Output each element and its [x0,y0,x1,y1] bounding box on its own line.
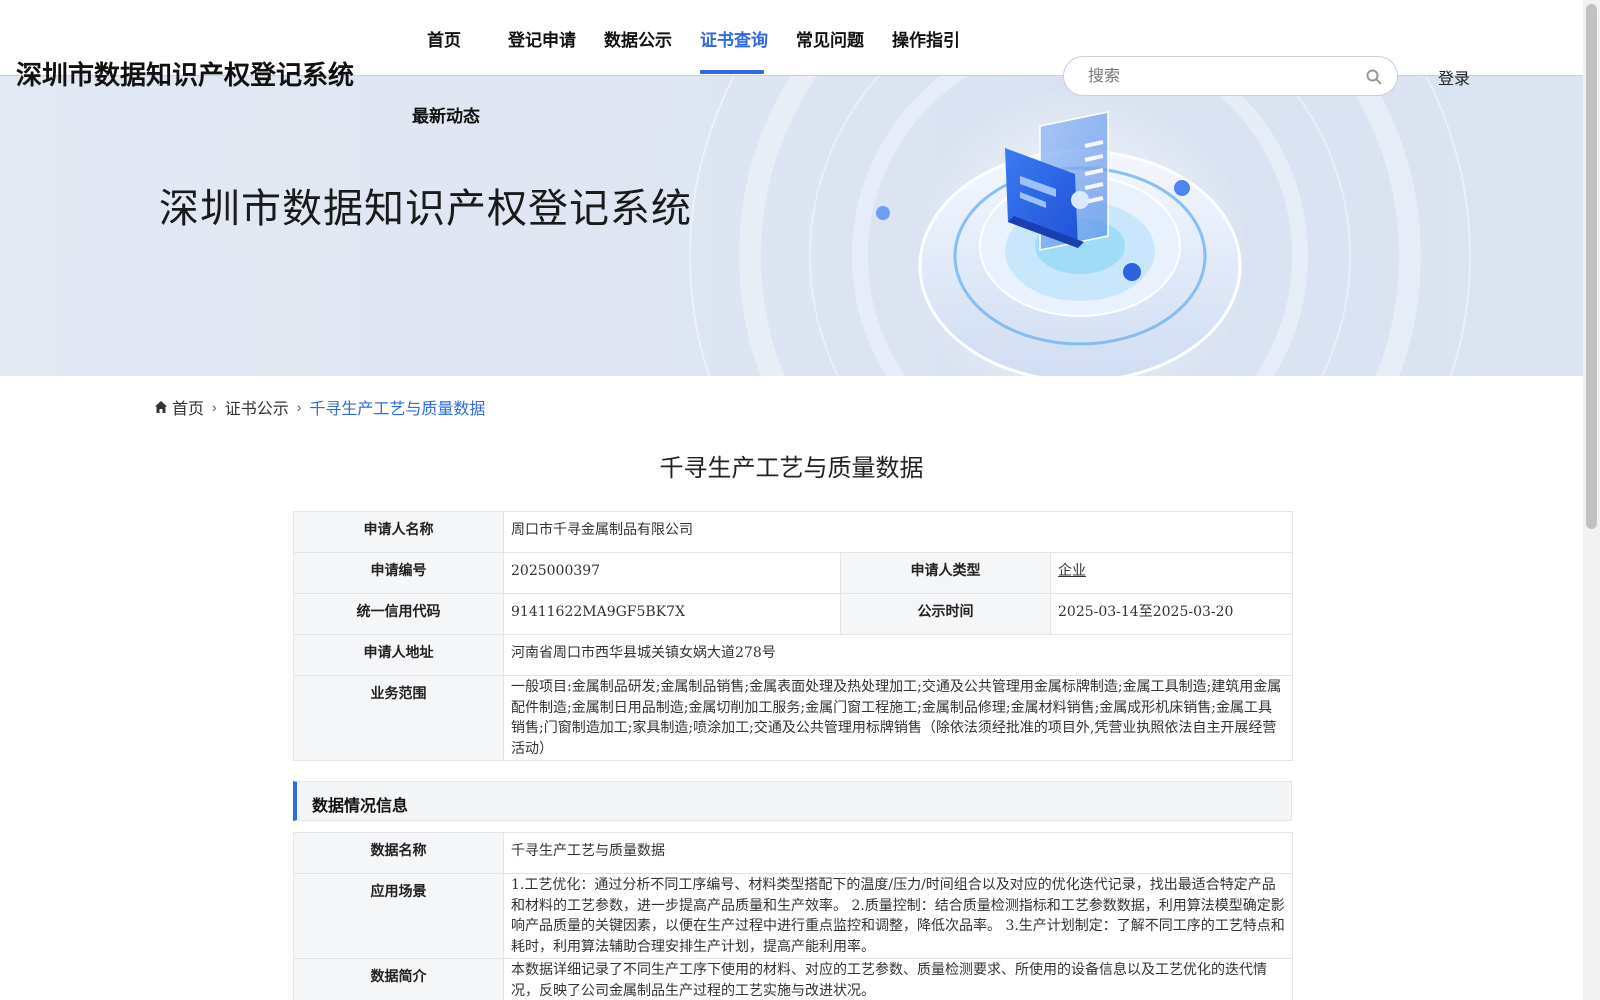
scrollbar-thumb[interactable] [1586,4,1597,529]
nav-faq[interactable]: 常见问题 [796,26,864,51]
data-info-table: 数据名称 千寻生产工艺与质量数据 应用场景 1.工艺优化：通过分析不同工序编号、… [293,832,1293,1000]
business-scope-label: 业务范围 [293,675,504,761]
login-link[interactable]: 登录 [1438,65,1470,89]
credit-code-value: 91411622MA9GF5BK7X [503,593,841,635]
table-row: 数据简介 本数据详细记录了不同生产工序下使用的材料、对应的工艺参数、质量检测要求… [293,958,1293,1000]
application-number-label: 申请编号 [293,552,504,594]
business-scope-value: 一般项目:金属制品研发;金属制品销售;金属表面处理及热处理加工;交通及公共管理用… [502,675,1294,761]
applicant-info-table: 申请人名称 周口市千寻金属制品有限公司 申请编号 2025000397 申请人类… [293,511,1294,761]
page-title: 千寻生产工艺与质量数据 [659,454,924,482]
publicity-period-value: 2025-03-14至2025-03-20 [1049,593,1294,635]
nav-data-publicity[interactable]: 数据公示 [604,26,672,51]
chevron-right-icon: › [296,399,302,415]
search-box [1063,56,1398,96]
credit-code-label: 统一信用代码 [293,593,504,635]
application-scenario-label: 应用场景 [293,873,504,959]
applicant-type-cell: 企业 [1049,552,1294,594]
applicant-type-value: 企业 [1058,563,1086,579]
data-intro-label: 数据简介 [293,958,504,1000]
home-icon [155,401,167,413]
top-header: 深圳市数据知识产权登记系统 首页 登记申请 数据公示 证书查询 常见问题 操作指… [0,0,1583,132]
table-row: 统一信用代码 91411622MA9GF5BK7X 公示时间 2025-03-1… [293,593,1294,635]
data-section-heading: 数据情况信息 [293,781,1292,821]
nav-home[interactable]: 首页 [427,26,461,51]
application-number-value: 2025000397 [503,552,841,594]
active-nav-indicator [700,70,764,74]
table-row: 申请人名称 周口市千寻金属制品有限公司 [293,511,1294,553]
data-name-value: 千寻生产工艺与质量数据 [503,832,1293,874]
table-row: 业务范围 一般项目:金属制品研发;金属制品销售;金属表面处理及热处理加工;交通及… [293,675,1294,761]
search-icon[interactable] [1365,68,1383,86]
table-row: 应用场景 1.工艺优化：通过分析不同工序编号、材料类型搭配下的温度/压力/时间组… [293,873,1293,959]
nav-latest-news[interactable]: 最新动态 [412,102,480,127]
vertical-scrollbar[interactable] [1583,0,1600,1000]
publicity-period-label: 公示时间 [840,593,1051,635]
table-row: 数据名称 千寻生产工艺与质量数据 [293,832,1293,874]
search-input[interactable] [1088,65,1348,89]
applicant-address-value: 河南省周口市西华县城关镇女娲大道278号 [502,634,1294,676]
breadcrumb-current: 千寻生产工艺与质量数据 [309,401,486,418]
applicant-address-label: 申请人地址 [293,634,504,676]
chevron-right-icon: › [212,399,217,415]
site-title: 深圳市数据知识产权登记系统 [16,61,355,91]
data-intro-value: 本数据详细记录了不同生产工序下使用的材料、对应的工艺参数、质量检测要求、所使用的… [503,958,1293,1000]
breadcrumb-home[interactable]: 首页 [172,395,204,419]
breadcrumb: 首页 › 证书公示 › 千寻生产工艺与质量数据 [154,395,485,419]
applicant-name-value: 周口市千寻金属制品有限公司 [502,511,1294,553]
data-name-label: 数据名称 [293,832,504,874]
table-row: 申请编号 2025000397 申请人类型 企业 [293,552,1294,594]
application-scenario-value: 1.工艺优化：通过分析不同工序编号、材料类型搭配下的温度/压力/时间组合以及对应… [503,873,1293,959]
applicant-type-label: 申请人类型 [840,552,1051,594]
nav-register-apply[interactable]: 登记申请 [508,26,576,51]
applicant-name-label: 申请人名称 [293,511,504,553]
data-section-title: 数据情况信息 [312,796,409,815]
table-row: 申请人地址 河南省周口市西华县城关镇女娲大道278号 [293,634,1294,676]
breadcrumb-certificate-publicity[interactable]: 证书公示 [225,395,289,419]
nav-guide[interactable]: 操作指引 [892,26,960,51]
banner-title: 深圳市数据知识产权登记系统 [159,186,692,232]
nav-certificate-query[interactable]: 证书查询 [700,26,768,51]
